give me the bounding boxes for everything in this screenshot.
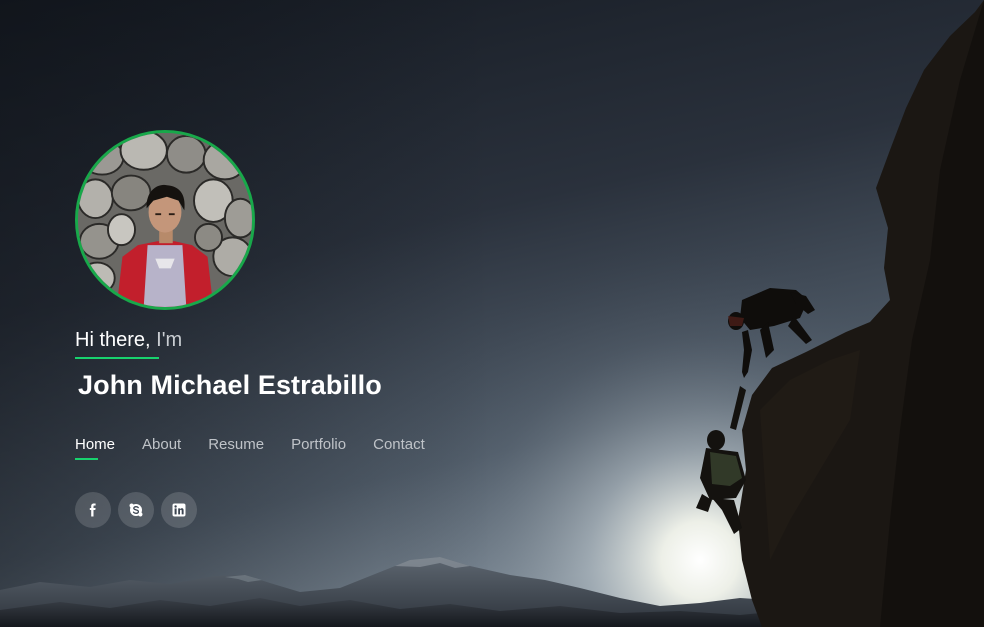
greeting-text: Hi there, I'm — [75, 328, 182, 352]
profile-photo — [78, 133, 252, 307]
skype-button[interactable] — [118, 492, 154, 528]
nav-item-home[interactable]: Home — [75, 436, 115, 460]
hero-content: Hi there, I'm John Michael Estrabillo Ho… — [0, 0, 984, 627]
greeting-underline — [75, 357, 159, 359]
nav-item-contact[interactable]: Contact — [373, 436, 425, 460]
facebook-icon — [89, 503, 96, 517]
nav-item-about[interactable]: About — [142, 436, 181, 460]
hero-name: John Michael Estrabillo — [78, 370, 382, 400]
linkedin-icon — [172, 503, 186, 517]
facebook-button[interactable] — [75, 492, 111, 528]
nav-item-portfolio[interactable]: Portfolio — [291, 436, 346, 460]
main-nav: Home About Resume Portfolio Contact — [75, 436, 425, 460]
nav-item-resume[interactable]: Resume — [208, 436, 264, 460]
greeting-main: Hi there, — [75, 329, 151, 351]
linkedin-button[interactable] — [161, 492, 197, 528]
social-links — [75, 492, 197, 528]
hero-section: Hi there, I'm John Michael Estrabillo Ho… — [0, 0, 984, 627]
profile-avatar — [75, 130, 255, 310]
skype-icon — [129, 503, 143, 517]
greeting-dim: I'm — [156, 329, 183, 351]
